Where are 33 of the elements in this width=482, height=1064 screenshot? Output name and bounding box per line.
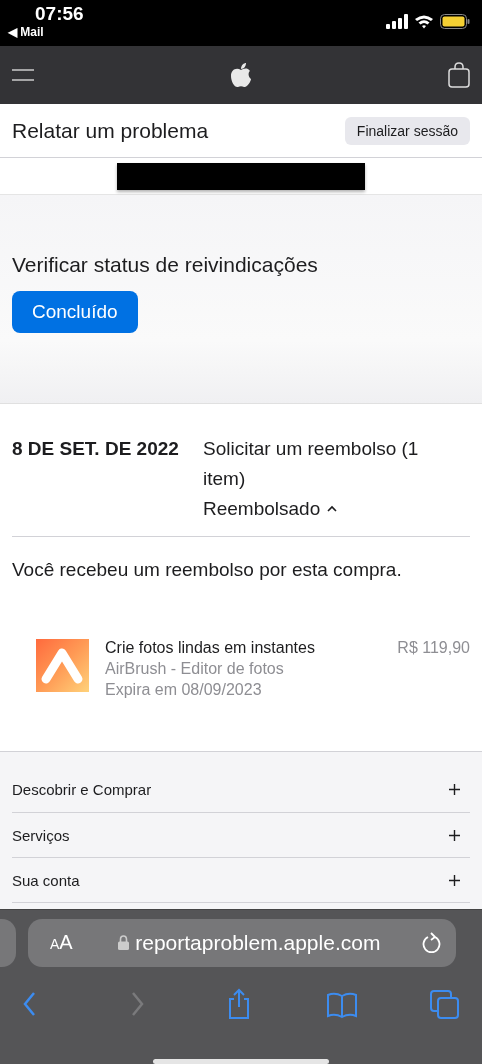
done-button[interactable]: Concluído	[12, 291, 138, 333]
url-text: reportaproblem.apple.com	[135, 930, 381, 955]
refund-message: Você recebeu um reembolso por esta compra.	[12, 559, 403, 581]
plus-icon[interactable]	[449, 829, 460, 841]
footer-section[interactable]: Descobrir e Comprar	[12, 766, 470, 813]
claim-request: Solicitar um reembolso (1 item)	[203, 437, 420, 491]
back-to-app-link[interactable]: ◀ Mail	[8, 25, 44, 39]
lock-icon	[118, 935, 130, 951]
claim-date: 8 DE SET. DE 2022	[12, 437, 180, 461]
address-bar[interactable]: AA reportaproblem.apple.com	[28, 919, 456, 967]
wifi-icon	[414, 13, 434, 29]
price: R$ 119,90	[397, 639, 470, 658]
sign-out-button[interactable]: Finalizar sessão	[344, 116, 470, 145]
chevron-icon[interactable]	[326, 505, 339, 513]
footer-section[interactable]: Serviços	[12, 813, 470, 858]
app-icon	[36, 639, 89, 692]
text-size-button[interactable]: AA	[46, 931, 77, 955]
menu-icon[interactable]	[12, 68, 34, 82]
page-title: Relatar um problema	[12, 118, 209, 143]
plus-icon[interactable]	[449, 783, 460, 795]
expiry-date: Expira em 08/09/2023	[105, 681, 263, 699]
section-heading: Verificar status de reivindicações	[12, 253, 319, 277]
footer-section[interactable]: Sua conta	[12, 858, 470, 903]
claim-status-toggle[interactable]: Reembolsado	[203, 494, 339, 524]
shopping-bag-icon[interactable]	[448, 62, 470, 88]
plus-icon[interactable]	[449, 874, 460, 886]
apple-logo[interactable]	[230, 62, 252, 88]
product-title: Crie fotos lindas em instantes	[105, 639, 316, 657]
app-name: AirBrush - Editor de fotos	[105, 660, 285, 678]
signal-icon	[386, 13, 408, 29]
status-time: 07:56	[35, 3, 84, 25]
reload-icon[interactable]	[422, 931, 442, 954]
battery-icon	[440, 13, 470, 29]
